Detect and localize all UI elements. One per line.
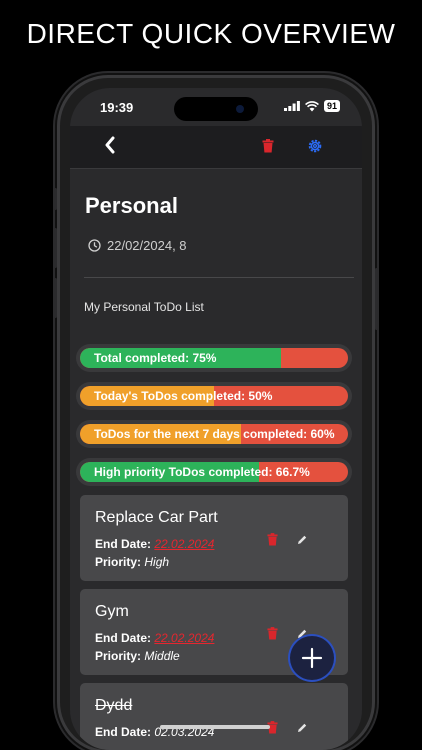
pencil-icon <box>298 723 307 732</box>
todo-priority-row: Priority: Middle <box>95 649 180 663</box>
todo-end-date: 22.02.2024 <box>154 631 215 645</box>
phone-power-button <box>375 268 378 330</box>
progress-label: Today's ToDos completed: 50% <box>94 389 273 403</box>
progress-label: High priority ToDos completed: 66.7% <box>94 465 310 479</box>
divider <box>84 277 354 278</box>
list-date-row: 22/02/2024, 8 <box>88 238 187 253</box>
trash-icon <box>267 533 278 546</box>
phone-volume-up <box>54 228 57 268</box>
todo-name: Replace Car Part <box>95 509 218 526</box>
end-date-label: End Date: <box>95 631 152 645</box>
progress-label: Total completed: 75% <box>94 351 217 365</box>
phone-silent-switch <box>54 188 57 210</box>
todo-end-date-row: End Date: 22.02.2024 <box>95 537 214 551</box>
pencil-icon <box>298 535 307 544</box>
home-indicator <box>160 725 270 729</box>
progress-label: ToDos for the next 7 days completed: 60% <box>94 427 335 441</box>
plus-icon <box>301 647 323 669</box>
add-todo-button[interactable] <box>290 636 334 680</box>
priority-label: Priority: <box>95 649 142 663</box>
signal-icon <box>283 101 300 111</box>
clock-icon <box>88 239 101 252</box>
wifi-icon <box>305 100 319 111</box>
app-screen: 19:39 91 Personal 22/02/2024, 8 My Perso… <box>70 88 362 750</box>
todo-priority: High <box>144 555 170 569</box>
todo-name: Gym <box>95 603 129 620</box>
progress-next-7-days: ToDos for the next 7 days completed: 60% <box>76 420 352 448</box>
progress-today: Today's ToDos completed: 50% <box>76 382 352 410</box>
settings-button[interactable] <box>307 138 323 159</box>
list-date: 22/02/2024, 8 <box>107 238 187 253</box>
battery-indicator: 91 <box>323 100 340 112</box>
delete-todo-button[interactable] <box>267 627 278 645</box>
gear-icon <box>308 139 322 153</box>
promo-headline: DIRECT QUICK OVERVIEW <box>26 18 396 49</box>
todo-name: Dydd <box>95 697 133 714</box>
end-date-label: End Date: <box>95 537 152 551</box>
chevron-left-icon <box>105 136 115 154</box>
progress-total: Total completed: 75% <box>76 344 352 372</box>
todo-end-date-row: End Date: 22.02.2024 <box>95 631 214 645</box>
delete-list-button[interactable] <box>262 139 274 158</box>
todo-card[interactable]: Dydd End Date: 02.03.2024 <box>80 683 348 750</box>
phone-volume-down <box>54 278 57 318</box>
edit-todo-button[interactable] <box>296 721 308 739</box>
list-description: My Personal ToDo List <box>84 300 204 314</box>
delete-todo-button[interactable] <box>267 533 278 551</box>
todo-card[interactable]: Replace Car Part End Date: 22.02.2024 Pr… <box>80 495 348 581</box>
edit-todo-button[interactable] <box>296 533 308 551</box>
camera-icon <box>236 105 244 113</box>
status-indicators: 91 <box>283 100 340 112</box>
trash-icon <box>262 139 274 153</box>
nav-bar <box>70 126 362 169</box>
list-title: Personal <box>85 193 178 218</box>
todo-priority: Middle <box>144 649 180 663</box>
delete-todo-button[interactable] <box>267 721 278 739</box>
todo-end-date: 22.02.2024 <box>154 537 215 551</box>
end-date-label: End Date: <box>95 725 152 739</box>
status-time: 19:39 <box>100 100 134 115</box>
phone-frame: 19:39 91 Personal 22/02/2024, 8 My Perso… <box>54 78 378 750</box>
trash-icon <box>267 627 278 640</box>
back-button[interactable] <box>104 134 116 160</box>
priority-label: Priority: <box>95 555 142 569</box>
dynamic-island <box>174 97 258 121</box>
progress-high-priority: High priority ToDos completed: 66.7% <box>76 458 352 486</box>
todo-priority-row: Priority: High <box>95 555 169 569</box>
